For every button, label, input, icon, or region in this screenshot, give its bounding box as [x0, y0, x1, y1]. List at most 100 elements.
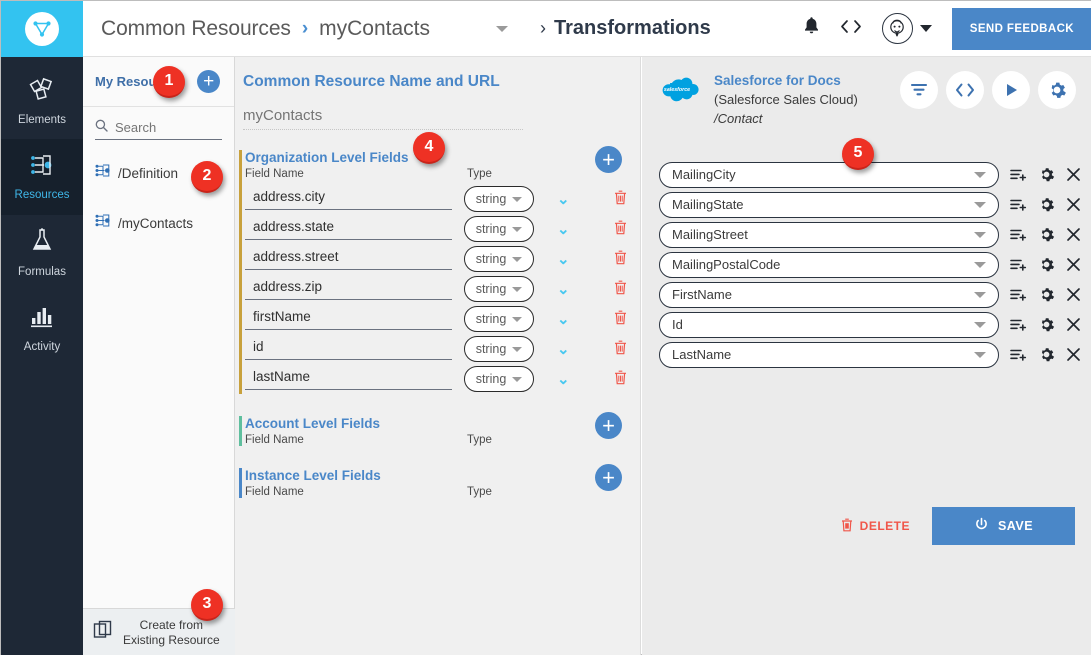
add-organization-field-button[interactable]: + — [595, 146, 622, 173]
table-row: string ⌄ — [245, 244, 640, 274]
sidebar-item-elements[interactable]: Elements — [1, 63, 83, 139]
section-accent-bar — [239, 416, 242, 446]
sidebar-item-activity[interactable]: Activity — [1, 291, 83, 367]
search-input[interactable] — [115, 119, 215, 135]
add-list-icon[interactable] — [1010, 258, 1027, 272]
list-item[interactable]: /myContacts — [83, 206, 234, 240]
save-button[interactable]: SAVE — [932, 507, 1075, 545]
gear-icon[interactable] — [1038, 226, 1055, 243]
close-x-icon[interactable] — [1066, 317, 1081, 332]
mapping-dropdown[interactable]: FirstName — [659, 281, 999, 308]
code-button[interactable] — [946, 71, 984, 109]
field-name-input[interactable] — [245, 188, 452, 210]
filter-button[interactable] — [900, 71, 938, 109]
breadcrumb-dropdown-caret-icon[interactable] — [496, 25, 509, 32]
activity-bars-icon — [29, 305, 55, 334]
field-name-input[interactable] — [245, 218, 452, 240]
add-list-icon[interactable] — [1010, 228, 1027, 242]
breadcrumb-root[interactable]: Common Resources — [101, 17, 291, 41]
chevron-down-icon — [512, 196, 523, 202]
sidebar-item-formulas[interactable]: Formulas — [1, 215, 83, 291]
field-type-dropdown[interactable]: string — [464, 276, 534, 302]
field-type-dropdown[interactable]: string — [464, 216, 534, 242]
delete-field-button[interactable] — [614, 250, 627, 268]
delete-field-button[interactable] — [614, 340, 627, 358]
add-list-icon[interactable] — [1010, 348, 1027, 362]
expand-chevron-icon[interactable]: ⌄ — [557, 370, 570, 388]
table-row: MailingPostalCode — [659, 250, 1082, 280]
top-bar: Common Resources › myContacts › Transfor… — [1, 0, 1091, 57]
field-type-dropdown[interactable]: string — [464, 306, 534, 332]
field-name-input[interactable] — [245, 308, 452, 330]
add-list-icon[interactable] — [1010, 288, 1027, 302]
gear-icon[interactable] — [1038, 256, 1055, 273]
run-button[interactable] — [992, 71, 1030, 109]
close-x-icon[interactable] — [1066, 287, 1081, 302]
close-x-icon[interactable] — [1066, 197, 1081, 212]
field-name-input[interactable] — [245, 338, 452, 360]
add-account-field-button[interactable]: + — [595, 412, 622, 439]
common-resource-name-input[interactable] — [243, 107, 523, 130]
expand-chevron-icon[interactable]: ⌄ — [557, 190, 570, 208]
cloud-elements-logo-icon — [25, 11, 59, 46]
breadcrumb: Common Resources › myContacts — [83, 17, 509, 41]
close-x-icon[interactable] — [1066, 347, 1081, 362]
close-x-icon[interactable] — [1066, 227, 1081, 242]
delete-label: DELETE — [859, 519, 910, 533]
delete-field-button[interactable] — [614, 370, 627, 388]
field-type-value: string — [475, 282, 507, 296]
settings-button[interactable] — [1038, 71, 1076, 109]
expand-chevron-icon[interactable]: ⌄ — [557, 220, 570, 238]
mapping-dropdown[interactable]: MailingCity — [659, 161, 999, 188]
close-x-icon[interactable] — [1066, 167, 1081, 182]
field-name-input[interactable] — [245, 278, 452, 300]
sidebar-item-resources[interactable]: Resources — [1, 139, 83, 215]
gear-icon[interactable] — [1038, 316, 1055, 333]
notification-bell-icon[interactable] — [803, 16, 820, 41]
delete-field-button[interactable] — [614, 310, 627, 328]
send-feedback-button[interactable]: SEND FEEDBACK — [951, 7, 1091, 50]
section-title: Instance Level Fields — [245, 468, 381, 483]
field-type-dropdown[interactable]: string — [464, 366, 534, 392]
add-list-icon[interactable] — [1010, 168, 1027, 182]
resource-search[interactable] — [95, 119, 222, 140]
add-instance-field-button[interactable]: + — [595, 464, 622, 491]
delete-field-button[interactable] — [614, 220, 627, 238]
create-from-existing-label: Create from Existing Resource — [123, 617, 220, 647]
callout-badge-3: 3 — [191, 589, 223, 621]
field-type-value: string — [475, 192, 507, 206]
field-name-input[interactable] — [245, 368, 452, 390]
field-type-dropdown[interactable]: string — [464, 186, 534, 212]
breadcrumb-leaf[interactable]: myContacts — [319, 17, 430, 41]
code-brackets-icon[interactable] — [840, 18, 862, 39]
close-x-icon[interactable] — [1066, 257, 1081, 272]
gear-icon[interactable] — [1038, 166, 1055, 183]
field-name-input[interactable] — [245, 248, 452, 270]
mapping-dropdown[interactable]: LastName — [659, 341, 999, 368]
delete-button[interactable]: DELETE — [841, 518, 910, 535]
delete-field-button[interactable] — [614, 280, 627, 298]
add-resource-button[interactable]: + — [197, 70, 221, 93]
expand-chevron-icon[interactable]: ⌄ — [557, 280, 570, 298]
add-list-icon[interactable] — [1010, 198, 1027, 212]
delete-field-button[interactable] — [614, 190, 627, 208]
user-menu[interactable] — [881, 13, 932, 44]
mapping-dropdown[interactable]: Id — [659, 311, 999, 338]
app-logo[interactable] — [1, 0, 83, 57]
sidebar-item-label: Elements — [18, 114, 66, 126]
mapping-dropdown[interactable]: MailingStreet — [659, 221, 999, 248]
list-item-label: /Definition — [118, 165, 179, 181]
expand-chevron-icon[interactable]: ⌄ — [557, 310, 570, 328]
mapping-dropdown[interactable]: MailingPostalCode — [659, 251, 999, 278]
gear-icon[interactable] — [1038, 286, 1055, 303]
expand-chevron-icon[interactable]: ⌄ — [557, 340, 570, 358]
mapping-dropdown[interactable]: MailingState — [659, 191, 999, 218]
expand-chevron-icon[interactable]: ⌄ — [557, 250, 570, 268]
gear-icon[interactable] — [1038, 196, 1055, 213]
add-list-icon[interactable] — [1010, 318, 1027, 332]
gear-icon[interactable] — [1038, 346, 1055, 363]
field-type-dropdown[interactable]: string — [464, 246, 534, 272]
field-type-dropdown[interactable]: string — [464, 336, 534, 362]
sidebar-item-label: Activity — [23, 341, 61, 353]
field-type-value: string — [475, 342, 507, 356]
